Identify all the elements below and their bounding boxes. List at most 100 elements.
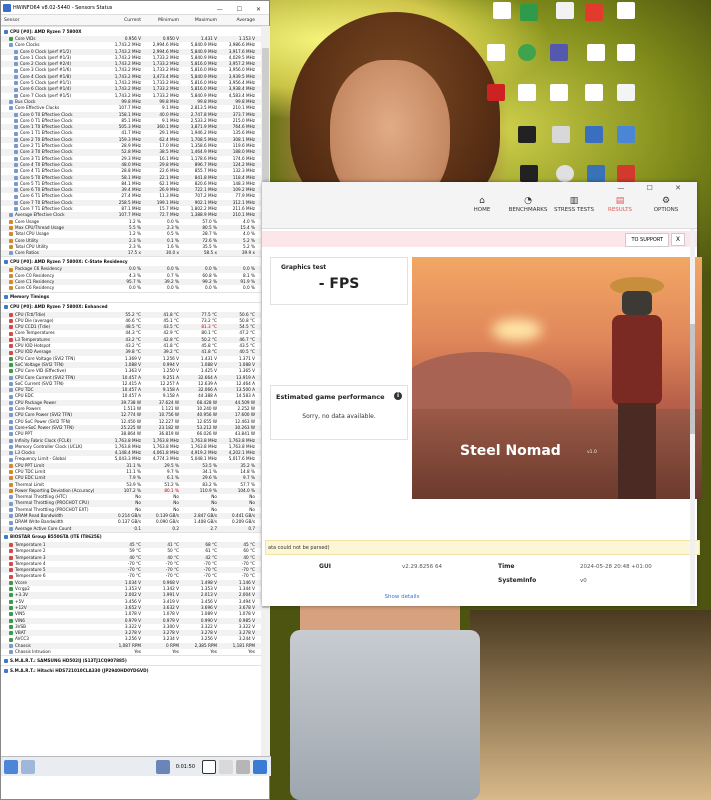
sensor-icon bbox=[14, 181, 18, 186]
hwinfo-app-icon bbox=[3, 4, 11, 12]
threedmark-header: — ☐ ✕ ⌂ HOME ◔ BENCHMARKS ▥ STRESS TESTS ▤ RESU… bbox=[262, 182, 697, 229]
graphics-test-card: Graphics test - FPS bbox=[270, 257, 408, 305]
teams-icon[interactable] bbox=[550, 44, 568, 61]
nav-benchmarks[interactable]: ◔ BENCHMARKS bbox=[505, 195, 551, 213]
network-icon[interactable] bbox=[155, 759, 170, 774]
sensor-icon bbox=[9, 375, 13, 380]
sensor-icon bbox=[9, 331, 13, 336]
sensor-icon bbox=[9, 337, 13, 342]
sensor-icon bbox=[14, 207, 18, 212]
sensor-row[interactable]: Chassis Intrusion Yes Yes Yes Yes bbox=[1, 649, 261, 655]
value-average: 0.0 % bbox=[243, 285, 255, 291]
sensor-group[interactable]: Memory Timings bbox=[1, 291, 261, 302]
nav-label: OPTIONS bbox=[653, 207, 679, 213]
sensor-icon bbox=[9, 476, 13, 481]
notification-banner: TO SUPPORT X bbox=[262, 231, 697, 247]
col-current[interactable]: Current bbox=[105, 15, 143, 25]
sensor-icon bbox=[9, 426, 13, 431]
desktop-app-icon[interactable] bbox=[518, 126, 536, 143]
desktop-app-icon[interactable] bbox=[587, 165, 605, 182]
desktop-app-icon[interactable] bbox=[585, 126, 603, 143]
to-support-button[interactable]: TO SUPPORT bbox=[625, 233, 669, 247]
col-sensor[interactable]: Sensor bbox=[1, 15, 105, 25]
sensor-group-text: S.M.A.R.T.: SAMSUNG HD502IJ (S13TJ1CQ907… bbox=[10, 657, 127, 663]
nav-label: HOME bbox=[473, 207, 491, 213]
sensor-icon bbox=[14, 200, 18, 205]
desktop-file-icon[interactable] bbox=[617, 2, 635, 19]
sensor-group-label: Memory Timings bbox=[1, 293, 241, 302]
desktop-file-icon[interactable] bbox=[487, 44, 505, 61]
threedmark-window: — ☐ ✕ ⌂ HOME ◔ BENCHMARKS ▥ STRESS TESTS ▤ RESU… bbox=[262, 182, 702, 606]
value-average: 39.9 x bbox=[241, 250, 255, 256]
desktop-file-icon[interactable] bbox=[550, 84, 568, 101]
nav-back-icon[interactable] bbox=[4, 759, 18, 774]
sensor-group-label: CPU [#0]: AMD Ryzen 7 5800X: C-State Res… bbox=[1, 257, 241, 266]
desktop-app-icon[interactable] bbox=[556, 165, 574, 182]
sensor-list: CPU [#0]: AMD Ryzen 7 5800X Core VIDs 0.95… bbox=[1, 26, 261, 756]
desktop-app-icon[interactable] bbox=[520, 165, 538, 182]
scrollbar-thumb[interactable] bbox=[690, 324, 695, 434]
close-icon[interactable] bbox=[253, 759, 267, 774]
speedometer-icon: ◔ bbox=[524, 196, 532, 206]
sensor-row[interactable]: Core C6 Residency 0.0 % 0.0 % 0.0 % 0.0 % bbox=[1, 285, 261, 291]
sensor-icon bbox=[9, 463, 13, 468]
col-minimum[interactable]: Minimum bbox=[143, 15, 181, 25]
sensor-name: Average Active Core Count bbox=[1, 526, 105, 532]
sensor-group-text: CPU [#0]: AMD Ryzen 7 5800X bbox=[10, 28, 82, 34]
banner-close-button[interactable]: X bbox=[670, 233, 685, 246]
desktop-app-icon[interactable] bbox=[617, 126, 635, 143]
desktop-file-icon[interactable] bbox=[518, 84, 536, 101]
sensor-icon bbox=[9, 251, 13, 256]
desktop-file-icon[interactable] bbox=[493, 2, 511, 19]
nav-results[interactable]: ▤ RESULTS bbox=[597, 195, 643, 213]
threedmark-scrollbar[interactable] bbox=[690, 229, 695, 604]
utorrent-icon[interactable] bbox=[518, 44, 536, 61]
clock-icon[interactable] bbox=[202, 759, 216, 774]
desktop-app-icon[interactable] bbox=[520, 4, 538, 21]
sensor-row[interactable]: Core Ratios 17.5 x 30.0 x 58.5 x 39.9 x bbox=[1, 250, 261, 257]
sensor-group[interactable]: BIOSTAR Group B550GTA (ITE IT8625E) bbox=[1, 531, 261, 542]
sensor-group[interactable]: S.M.A.R.T.: Hitachi HDS721010CLA330 (JP2… bbox=[1, 665, 261, 676]
sensor-group-text: BIOSTAR Group B550GTA (ITE IT8625E) bbox=[10, 534, 102, 540]
desktop-file-icon[interactable] bbox=[585, 84, 603, 101]
sensor-icon bbox=[14, 62, 18, 67]
sensor-group[interactable]: CPU [#0]: AMD Ryzen 7 5800X bbox=[1, 26, 261, 36]
nav-stress-tests[interactable]: ▥ STRESS TESTS bbox=[551, 195, 597, 213]
settings-icon[interactable] bbox=[236, 759, 250, 774]
desktop-file-icon[interactable] bbox=[617, 44, 635, 61]
desktop-app-icon[interactable] bbox=[487, 84, 505, 101]
value-maximum: 2.7 bbox=[210, 525, 217, 531]
desktop-app-icon[interactable] bbox=[585, 4, 603, 21]
col-maximum[interactable]: Maximum bbox=[181, 15, 219, 25]
desktop-file-icon[interactable] bbox=[617, 84, 635, 101]
sensor-group[interactable]: CPU [#0]: AMD Ryzen 7 5800X: Enhanced bbox=[1, 301, 261, 312]
desktop-file-icon[interactable] bbox=[587, 44, 605, 61]
sensor-group[interactable]: S.M.A.R.T.: SAMSUNG HD502IJ (S13TJ1CQ907… bbox=[1, 655, 261, 666]
sensor-icon bbox=[9, 587, 13, 592]
sensor-group[interactable]: CPU [#0]: AMD Ryzen 7 5800X: C-State Res… bbox=[1, 256, 261, 267]
report-icon[interactable] bbox=[219, 759, 233, 774]
desktop-file-icon[interactable] bbox=[556, 2, 574, 19]
nav-options[interactable]: ⚙ OPTIONS bbox=[643, 195, 689, 213]
info-icon[interactable]: i bbox=[394, 392, 402, 400]
sensor-label: Chassis Intrusion bbox=[15, 649, 51, 655]
nav-home[interactable]: ⌂ HOME bbox=[459, 195, 505, 213]
desktop-app-icon[interactable] bbox=[552, 126, 570, 143]
window-controls[interactable]: — ☐ ✕ bbox=[217, 3, 267, 17]
hwinfo-title: HWiNFO64 v8.02-5440 - Sensors Status bbox=[13, 5, 113, 11]
nav-forward-icon[interactable] bbox=[21, 759, 35, 774]
value-minimum: 0.0 % bbox=[167, 285, 179, 291]
show-details-link[interactable]: Show details bbox=[262, 594, 542, 600]
window-controls[interactable]: — ☐ ✕ bbox=[617, 184, 691, 192]
sensor-icon bbox=[9, 413, 13, 418]
sensor-icon bbox=[9, 350, 13, 355]
sensor-row[interactable]: Average Active Core Count 0.1 0.2 2.7 0.7 bbox=[1, 525, 261, 532]
sensor-group-label: CPU [#0]: AMD Ryzen 7 5800X: Enhanced bbox=[1, 303, 241, 312]
desktop-app-icon[interactable] bbox=[617, 165, 635, 182]
sensor-icon bbox=[9, 106, 13, 111]
sensor-icon bbox=[9, 344, 13, 349]
sensor-icon bbox=[14, 188, 18, 193]
sensor-icon bbox=[9, 363, 13, 368]
sensor-icon bbox=[9, 43, 13, 48]
sensor-icon bbox=[9, 482, 13, 487]
